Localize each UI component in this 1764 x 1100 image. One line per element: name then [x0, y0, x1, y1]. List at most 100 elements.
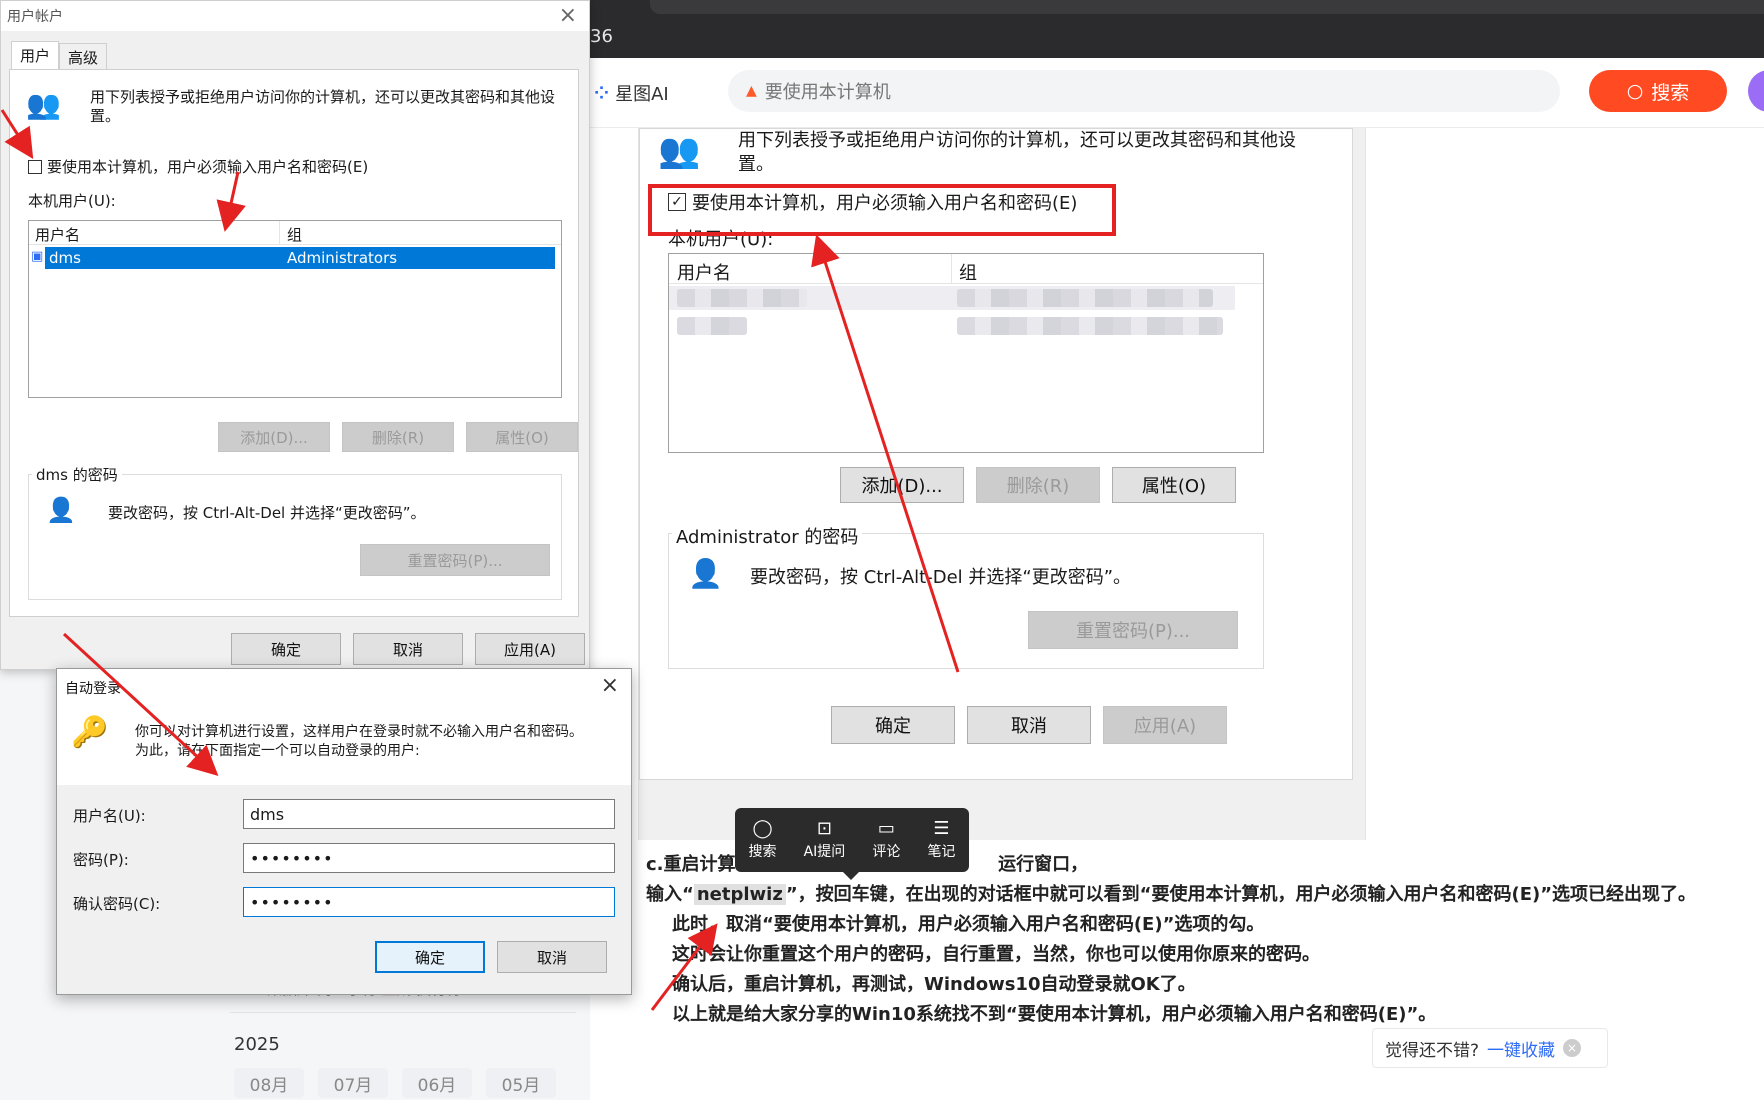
toolbar-comment-label: 评论 [872, 844, 901, 860]
favorite-prompt-text: 觉得还不错? [1385, 1040, 1480, 1061]
cancel-button[interactable]: 取消 [353, 633, 463, 665]
username-field[interactable]: dms [243, 799, 615, 829]
blurred-group [957, 289, 1213, 307]
screenshot-ok-button[interactable]: 确定 [831, 706, 955, 744]
blurred-username [677, 289, 807, 307]
browser-toolbar: 36 [590, 0, 1764, 58]
blurred-group [957, 317, 1223, 335]
require-password-checkbox[interactable]: 要使用本计算机，用户必须输入用户名和密码(E) [28, 156, 368, 177]
remove-user-button[interactable]: 删除(R) [342, 422, 454, 452]
confirm-password-field[interactable]: •••••••• [243, 887, 615, 917]
toolbar-search-button[interactable]: ◯ 搜索 [749, 819, 777, 861]
toolbar-note-button[interactable]: ☰ 笔记 [927, 819, 955, 861]
screenshot-apply-label: 应用(A) [1133, 716, 1197, 737]
screenshot-reset-password-button[interactable]: 重置密码(P)... [1028, 611, 1238, 649]
properties-label: 属性(O) [495, 428, 549, 447]
archive-month-chip[interactable]: 08月 [234, 1068, 304, 1098]
screenshot-list-row[interactable] [669, 286, 1235, 310]
blurred-username [677, 317, 747, 335]
screenshot-properties-label: 属性(O) [1141, 476, 1207, 497]
screenshot-properties-button[interactable]: 属性(O) [1112, 467, 1236, 503]
user-row-selected[interactable]: ▣ dms Administrators [31, 247, 555, 269]
browser-tab-strip [650, 0, 1764, 14]
browser-url-fragment[interactable]: 36 [590, 26, 613, 47]
tab-advanced[interactable]: 高级 [59, 43, 108, 69]
search-icon: ◯ [752, 818, 773, 839]
site-logo-text: 星图AI [615, 84, 669, 105]
remove-user-label: 删除(R) [371, 428, 425, 447]
logo-mark-icon: ⁘ [594, 82, 610, 104]
screenshot-intro-line1: 用下列表授予或拒绝用户访问你的计算机，还可以更改其密码和其他设 [738, 130, 1296, 151]
article-line-5: 确认后，重启计算机，再测试，Windows10自动登录就OK了。 [672, 974, 1196, 995]
screenshot-list-row[interactable] [669, 314, 1235, 338]
article-line-2: 输入“ netplwiz ”，按回车键，在出现的对话框中就可以看到“要使用本计算机，… [646, 880, 1696, 906]
archive-month-chip[interactable]: 07月 [318, 1068, 388, 1098]
autologon-ok-button[interactable]: 确定 [375, 941, 485, 973]
add-user-button[interactable]: 添加(D)... [218, 422, 330, 452]
screenshot-add-button[interactable]: 添加(D)... [840, 467, 964, 503]
article-line-1a: c.重启计算 [646, 854, 736, 875]
highlighted-command[interactable]: netplwiz [693, 884, 786, 905]
screenshot-apply-button[interactable]: 应用(A) [1103, 706, 1227, 744]
dialog-titlebar: 用户帐户 × [1, 1, 589, 31]
screenshot-cancel-button[interactable]: 取消 [967, 706, 1091, 744]
password-group-label: dms 的密码 [32, 464, 122, 485]
toolbar-ai-ask-button[interactable]: ⊡ AI提问 [804, 819, 846, 861]
password-group [28, 474, 562, 600]
require-password-label: 要使用本计算机，用户必须输入用户名和密码(E) [47, 158, 369, 176]
dialog-title: 自动登录 [65, 681, 121, 697]
site-logo[interactable]: ⁘ 星图AI [594, 80, 669, 106]
close-icon[interactable]: × [1563, 1039, 1582, 1057]
user-row-username: dms [49, 249, 81, 267]
autologon-cancel-label: 取消 [536, 948, 567, 967]
search-button[interactable]: ○ 搜索 [1589, 70, 1727, 112]
article-line-3: 此时，取消“要使用本计算机，用户必须输入用户名和密码(E)”选项的勾。 [672, 914, 1265, 935]
ai-button[interactable]: AI [1748, 70, 1764, 112]
screenshot-password-group-label: Administrator 的密码 [672, 523, 863, 549]
dialog-title: 用户帐户 [7, 9, 63, 25]
properties-button[interactable]: 属性(O) [466, 422, 578, 452]
screenshot-remove-button[interactable]: 删除(R) [976, 467, 1100, 503]
apply-button[interactable]: 应用(A) [475, 633, 585, 665]
article-line-1b: 运行窗口， [998, 854, 1089, 875]
sidebar-divider [230, 1012, 576, 1013]
screenshot-col-group[interactable]: 组 [959, 259, 977, 285]
screenshot-password-text: 要改密码，按 Ctrl-Alt-Del 并选择“更改密码”。 [750, 567, 1132, 588]
ok-button[interactable]: 确定 [231, 633, 341, 665]
password-label: 密码(P): [73, 851, 129, 869]
auto-logon-dialog: 自动登录 × 🔑 你可以对计算机进行设置，这样用户在登录时就不必输入用户名和密码… [56, 668, 632, 995]
reset-password-button[interactable]: 重置密码(P)... [360, 544, 550, 576]
site-header: ⁘ 星图AI ▲ 要使用本计算机 ○ 搜索 AI [590, 58, 1764, 128]
archive-month-chip[interactable]: 06月 [402, 1068, 472, 1098]
autologon-ok-label: 确定 [414, 948, 445, 967]
screenshot-intro-line2: 置。 [738, 154, 774, 175]
checkbox-highlight-box [648, 184, 1116, 236]
user-list[interactable]: 用户名 组 ▣ dms Administrators [28, 220, 562, 398]
screenshot-col-username[interactable]: 用户名 [677, 259, 731, 285]
favorite-prompt: 觉得还不错? 一键收藏 × [1372, 1028, 1608, 1068]
archive-month-chip[interactable]: 05月 [486, 1068, 556, 1098]
favorite-link[interactable]: 一键收藏 [1487, 1036, 1555, 1061]
user-accounts-dialog: 用户帐户 × 用户 高级 👥 用下列表授予或拒绝用户访问你的计算机，还可以更改其… [0, 0, 590, 670]
user-row-group: Administrators [287, 249, 398, 267]
article-line-2b: ”，按回车键，在出现的对话框中就可以看到“要使用本计算机，用户必须输入用户名和密… [785, 884, 1697, 905]
autologon-cancel-button[interactable]: 取消 [497, 941, 607, 973]
reset-password-label: 重置密码(P)... [407, 551, 503, 570]
autologon-desc-line2: 为此，请在下面指定一个可以自动登录的用户: [135, 743, 420, 759]
autologon-description: 你可以对计算机进行设置，这样用户在登录时就不必输入用户名和密码。 为此，请在下面… [135, 723, 583, 761]
password-field[interactable]: •••••••• [243, 843, 615, 873]
comment-icon: ▭ [877, 818, 895, 839]
close-icon[interactable]: × [601, 673, 619, 698]
screenshot-add-label: 添加(D)... [861, 476, 943, 497]
close-icon[interactable]: × [559, 3, 577, 28]
toolbar-comment-button[interactable]: ▭ 评论 [872, 819, 900, 861]
dialog-banner: 🔑 你可以对计算机进行设置，这样用户在登录时就不必输入用户名和密码。 为此，请在… [57, 705, 631, 785]
screenshot-user-list[interactable]: 用户名 组 [668, 253, 1264, 453]
column-group[interactable]: 组 [287, 224, 302, 245]
column-username[interactable]: 用户名 [35, 224, 80, 245]
username-label: 用户名(U): [73, 807, 146, 825]
site-search-input[interactable]: ▲ 要使用本计算机 [728, 70, 1560, 112]
note-icon: ☰ [933, 818, 950, 839]
confirm-password-label: 确认密码(C): [73, 895, 161, 913]
tab-users[interactable]: 用户 [11, 41, 60, 69]
